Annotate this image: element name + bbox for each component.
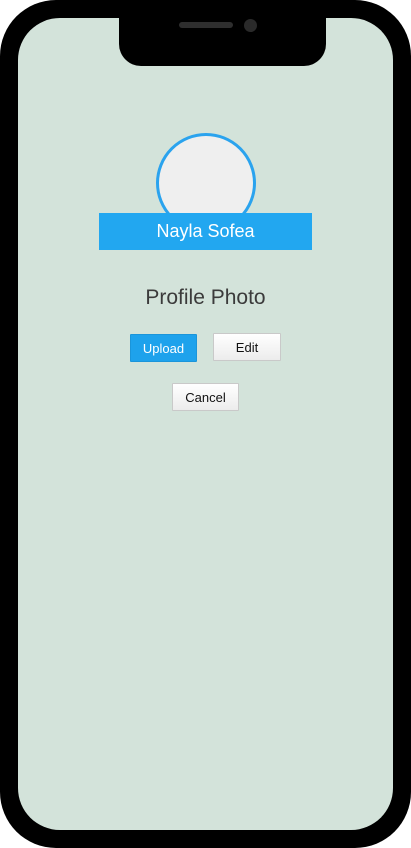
user-name-banner: Nayla Sofea bbox=[99, 213, 312, 250]
front-camera-icon bbox=[244, 19, 257, 32]
edit-button[interactable]: Edit bbox=[213, 333, 281, 361]
page-title: Profile Photo bbox=[145, 286, 266, 309]
cancel-button[interactable]: Cancel bbox=[172, 383, 239, 411]
speaker-grille bbox=[179, 22, 233, 28]
upload-button[interactable]: Upload bbox=[130, 334, 197, 362]
phone-frame: Nayla Sofea Profile Photo Upload Edit Ca… bbox=[0, 0, 411, 848]
